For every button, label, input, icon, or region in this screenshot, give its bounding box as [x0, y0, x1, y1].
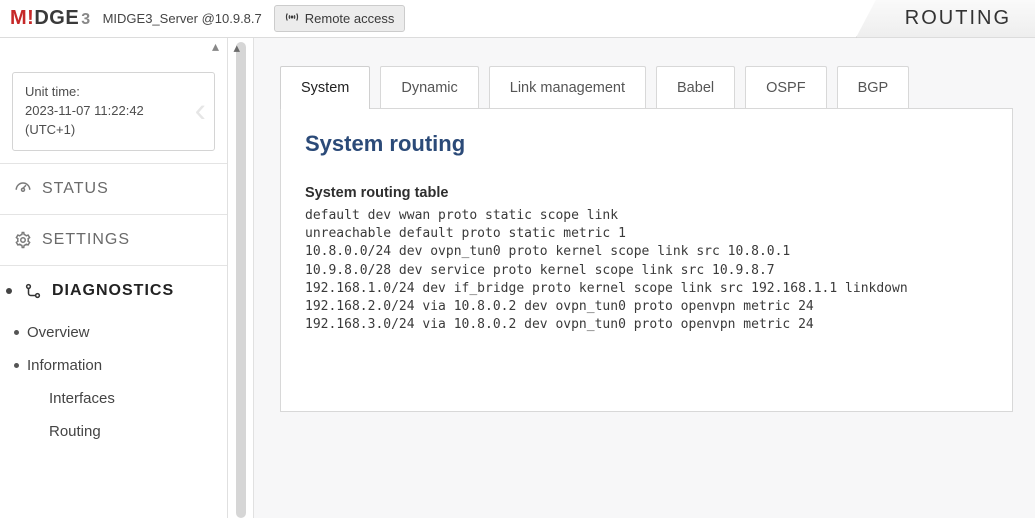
panel-system-routing: System routing System routing table defa…: [280, 108, 1013, 412]
sidebar-sub-routing[interactable]: Routing: [0, 415, 227, 448]
page-title: ROUTING: [856, 0, 1035, 38]
tab-babel[interactable]: Babel: [656, 66, 735, 109]
sidebar-collapse-caret[interactable]: ▴: [0, 38, 227, 68]
unit-time-tz: (UTC+1): [25, 121, 202, 140]
sidebar-item-label: STATUS: [42, 180, 109, 198]
main-content: System Dynamic Link management Babel OSP…: [254, 38, 1035, 518]
tab-label: Link management: [510, 80, 625, 96]
sidebar-item-label: Information: [27, 357, 102, 374]
sidebar: ▴ Unit time: 2023-11-07 11:22:42 (UTC+1)…: [0, 38, 228, 518]
tab-label: BGP: [858, 80, 889, 96]
sidebar-sub-overview[interactable]: Overview: [0, 316, 227, 349]
tab-link-management[interactable]: Link management: [489, 66, 646, 109]
gauge-icon: [14, 180, 32, 198]
unit-time-value: 2023-11-07 11:22:42: [25, 102, 202, 121]
panel-subheading: System routing table: [305, 185, 988, 201]
sidebar-submenu: Overview Information Interfaces Routing: [0, 316, 227, 456]
routing-table-output: default dev wwan proto static scope link…: [305, 207, 988, 334]
top-bar: M ! DGE 3 MIDGE3_Server @10.9.8.7 Remote…: [0, 0, 1035, 38]
sidebar-sub-information[interactable]: Information: [0, 349, 227, 382]
active-bullet-icon: [6, 288, 12, 294]
splitter-bar[interactable]: ▴: [236, 42, 246, 518]
sidebar-item-label: DIAGNOSTICS: [52, 282, 174, 300]
sidebar-item-label: Overview: [27, 324, 90, 341]
tab-label: Dynamic: [401, 80, 457, 96]
tab-system[interactable]: System: [280, 66, 370, 109]
panel-heading: System routing: [305, 131, 988, 157]
tab-bar: System Dynamic Link management Babel OSP…: [280, 66, 1013, 109]
product-logo: M ! DGE 3: [10, 7, 91, 30]
tab-ospf[interactable]: OSPF: [745, 66, 826, 109]
unit-time-box: Unit time: 2023-11-07 11:22:42 (UTC+1) ‹: [12, 72, 215, 151]
tab-dynamic[interactable]: Dynamic: [380, 66, 478, 109]
sidebar-item-settings[interactable]: SETTINGS: [0, 215, 227, 265]
chevron-ghost-icon: ‹: [195, 87, 206, 136]
diagnostics-icon: [24, 282, 42, 300]
tab-label: System: [301, 80, 349, 96]
sidebar-item-diagnostics[interactable]: DIAGNOSTICS: [0, 266, 227, 316]
splitter[interactable]: ▴: [228, 38, 254, 518]
sidebar-item-label: Interfaces: [49, 390, 115, 407]
sidebar-item-label: SETTINGS: [42, 231, 130, 249]
sidebar-item-status[interactable]: STATUS: [0, 164, 227, 214]
sidebar-sub-interfaces[interactable]: Interfaces: [0, 382, 227, 415]
tab-label: OSPF: [766, 80, 805, 96]
logo-accent: !: [27, 7, 34, 30]
sidebar-item-label: Routing: [49, 423, 101, 440]
caret-up-icon: ▴: [234, 40, 241, 56]
antenna-icon: [285, 10, 299, 27]
caret-up-icon: ▴: [212, 38, 219, 55]
logo-letters: DGE: [34, 7, 79, 30]
unit-time-label: Unit time:: [25, 83, 202, 102]
remote-access-label: Remote access: [305, 11, 395, 26]
tab-bgp[interactable]: BGP: [837, 66, 910, 109]
logo-letter-m: M: [10, 7, 27, 30]
remote-access-button[interactable]: Remote access: [274, 5, 406, 32]
server-name: MIDGE3_Server @10.9.8.7: [103, 11, 262, 26]
tab-label: Babel: [677, 80, 714, 96]
gear-icon: [14, 231, 32, 249]
logo-suffix: 3: [81, 11, 90, 29]
